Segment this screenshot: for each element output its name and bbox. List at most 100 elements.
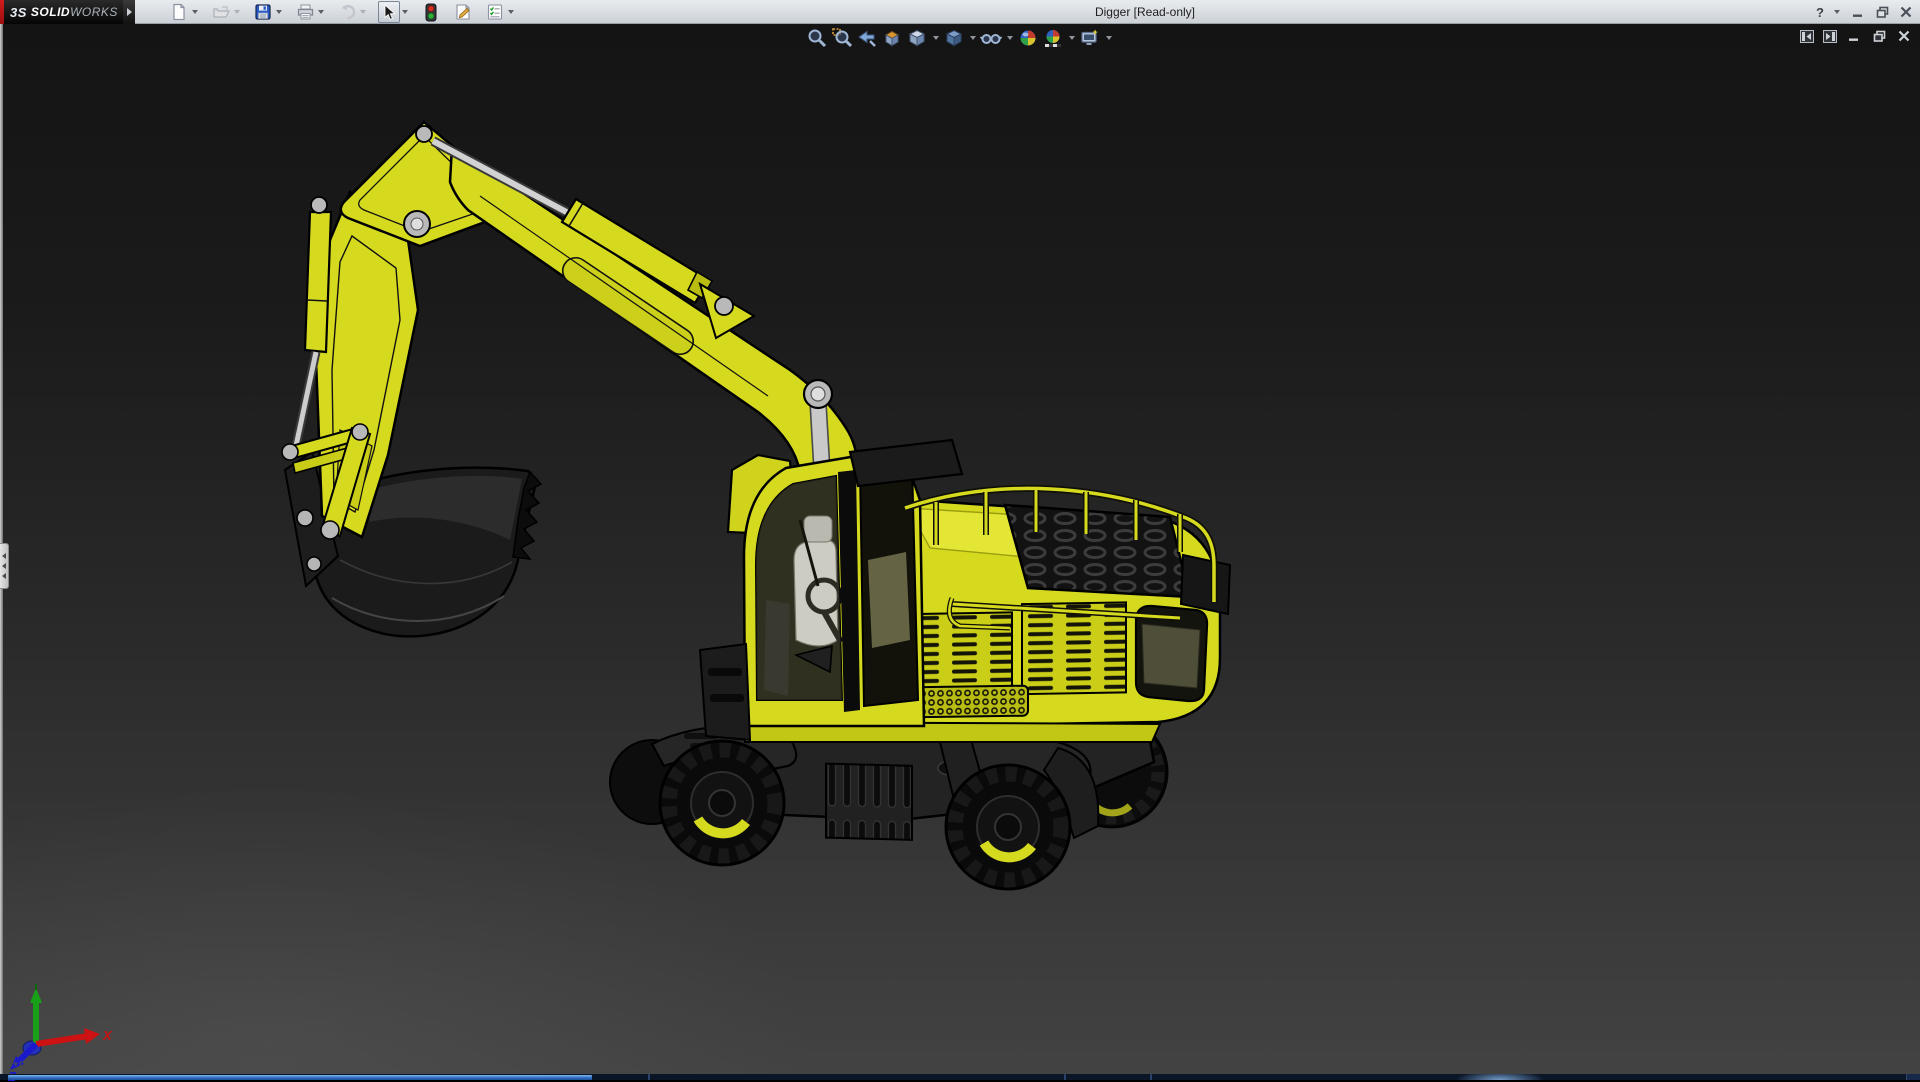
options-dropdown-caret[interactable]: [506, 1, 516, 23]
select-cursor-icon: [381, 4, 397, 21]
solidworks-logo: 3S SOLIDWORKS: [4, 0, 123, 24]
document-title: Digger [Read-only]: [1040, 5, 1250, 19]
view-settings-icon: [1080, 28, 1100, 48]
brand-name-bold: SOLID: [31, 5, 70, 19]
edit-appearance-icon: [1018, 28, 1038, 48]
options-button[interactable]: [484, 1, 506, 23]
print-button[interactable]: [294, 1, 316, 23]
taskbar-separator: [648, 1074, 650, 1080]
previous-view-icon: [857, 28, 877, 48]
chevron-left-icon: [2, 573, 6, 579]
previous-view-button[interactable]: [856, 27, 878, 49]
display-style-button[interactable]: [943, 27, 965, 49]
apply-scene-icon: [1043, 28, 1063, 48]
taskbar-grip: [1906, 1074, 1920, 1080]
front-right-wheel[interactable]: [946, 765, 1070, 889]
3ds-logo-icon: 3S: [10, 5, 27, 20]
taskbar-separator: [1150, 1074, 1152, 1080]
document-window-controls: [1800, 29, 1912, 43]
front-left-wheel[interactable]: [660, 741, 784, 865]
chevron-right-icon: [127, 8, 132, 16]
pane-left-arrow-icon: [1802, 32, 1812, 41]
select-tool-button[interactable]: [378, 1, 400, 23]
help-button[interactable]: ?: [1816, 5, 1824, 20]
view-settings-button[interactable]: [1079, 27, 1101, 49]
document-restore-button[interactable]: [1871, 29, 1887, 43]
chevron-left-icon: [2, 563, 6, 569]
minimize-button[interactable]: [1850, 5, 1866, 19]
graphics-area[interactable]: X Z *Dimetric: [0, 24, 1920, 1080]
display-style-icon: [944, 28, 964, 48]
undo-arrow-icon: [338, 3, 357, 21]
file-properties-icon: [454, 3, 473, 21]
main-boom[interactable]: [450, 146, 857, 474]
apply-scene-caret[interactable]: [1067, 27, 1076, 49]
new-document-icon: [170, 3, 188, 21]
traffic-light-icon: [425, 3, 437, 22]
taskbar-separator: [1064, 1074, 1066, 1080]
options-checklist-icon: [486, 3, 504, 21]
view-settings-caret[interactable]: [1104, 27, 1113, 49]
section-view-button[interactable]: [881, 27, 903, 49]
section-view-icon: [882, 28, 902, 48]
save-floppy-icon: [254, 3, 272, 21]
pane-right-arrow-icon: [1825, 32, 1835, 41]
new-dropdown-caret[interactable]: [190, 1, 200, 23]
zoom-to-fit-icon: [807, 28, 827, 48]
document-minimize-button[interactable]: [1846, 29, 1862, 43]
solidworks-window: 3S SOLIDWORKS: [0, 0, 1920, 1080]
apply-scene-button[interactable]: [1042, 27, 1064, 49]
window-controls: ?: [1816, 0, 1914, 24]
open-dropdown-caret[interactable]: [232, 1, 242, 23]
print-dropdown-caret[interactable]: [316, 1, 326, 23]
open-button[interactable]: [210, 1, 232, 23]
brand-name-light: WORKS: [70, 5, 118, 19]
close-icon: [1898, 30, 1910, 42]
previous-pane-button[interactable]: [1800, 30, 1814, 43]
menu-expand-arrow[interactable]: [123, 0, 135, 24]
select-dropdown-caret[interactable]: [400, 1, 410, 23]
open-folder-icon: [212, 3, 231, 21]
standard-toolbar: [168, 1, 516, 23]
save-dropdown-caret[interactable]: [274, 1, 284, 23]
hide-show-items-icon: [980, 28, 1002, 48]
view-orientation-icon: [907, 28, 927, 48]
view-orientation-button[interactable]: [906, 27, 928, 49]
close-button[interactable]: [1898, 5, 1914, 19]
view-orientation-caret[interactable]: [931, 27, 940, 49]
rebuild-button[interactable]: [420, 1, 442, 23]
next-pane-button[interactable]: [1823, 30, 1837, 43]
os-taskbar-edge[interactable]: [0, 1074, 1920, 1080]
boom-cylinder[interactable]: [433, 141, 754, 338]
zoom-to-fit-button[interactable]: [806, 27, 828, 49]
display-style-caret[interactable]: [968, 27, 977, 49]
hide-show-items-button[interactable]: [980, 27, 1002, 49]
featuremanager-collapsed-tab[interactable]: [0, 543, 9, 589]
restore-icon: [1876, 6, 1889, 18]
undo-button[interactable]: [336, 1, 358, 23]
save-button[interactable]: [252, 1, 274, 23]
headsup-view-toolbar: [806, 27, 1113, 49]
hide-show-items-caret[interactable]: [1005, 27, 1014, 49]
zoom-to-area-icon: [832, 28, 852, 48]
taskbar-active-button[interactable]: [8, 1075, 592, 1080]
chevron-left-icon: [2, 553, 6, 559]
minimize-icon: [1852, 6, 1864, 18]
file-properties-button[interactable]: [452, 1, 474, 23]
title-bar: 3S SOLIDWORKS: [0, 0, 1920, 24]
document-close-button[interactable]: [1896, 29, 1912, 43]
restore-icon: [1873, 30, 1886, 42]
triad-x-label: X: [102, 1028, 113, 1043]
view-orientation-label: *Dimetric: [13, 1058, 72, 1074]
help-dropdown-caret[interactable]: [1832, 1, 1842, 23]
new-document-button[interactable]: [168, 1, 190, 23]
restore-button[interactable]: [1874, 5, 1890, 19]
taskbar-glow: [1455, 1074, 1545, 1080]
printer-icon: [296, 3, 315, 21]
close-icon: [1900, 6, 1912, 18]
edit-appearance-button[interactable]: [1017, 27, 1039, 49]
minimize-icon: [1848, 30, 1860, 42]
digger-model[interactable]: [0, 24, 1920, 1080]
zoom-to-area-button[interactable]: [831, 27, 853, 49]
undo-dropdown-caret[interactable]: [358, 1, 368, 23]
